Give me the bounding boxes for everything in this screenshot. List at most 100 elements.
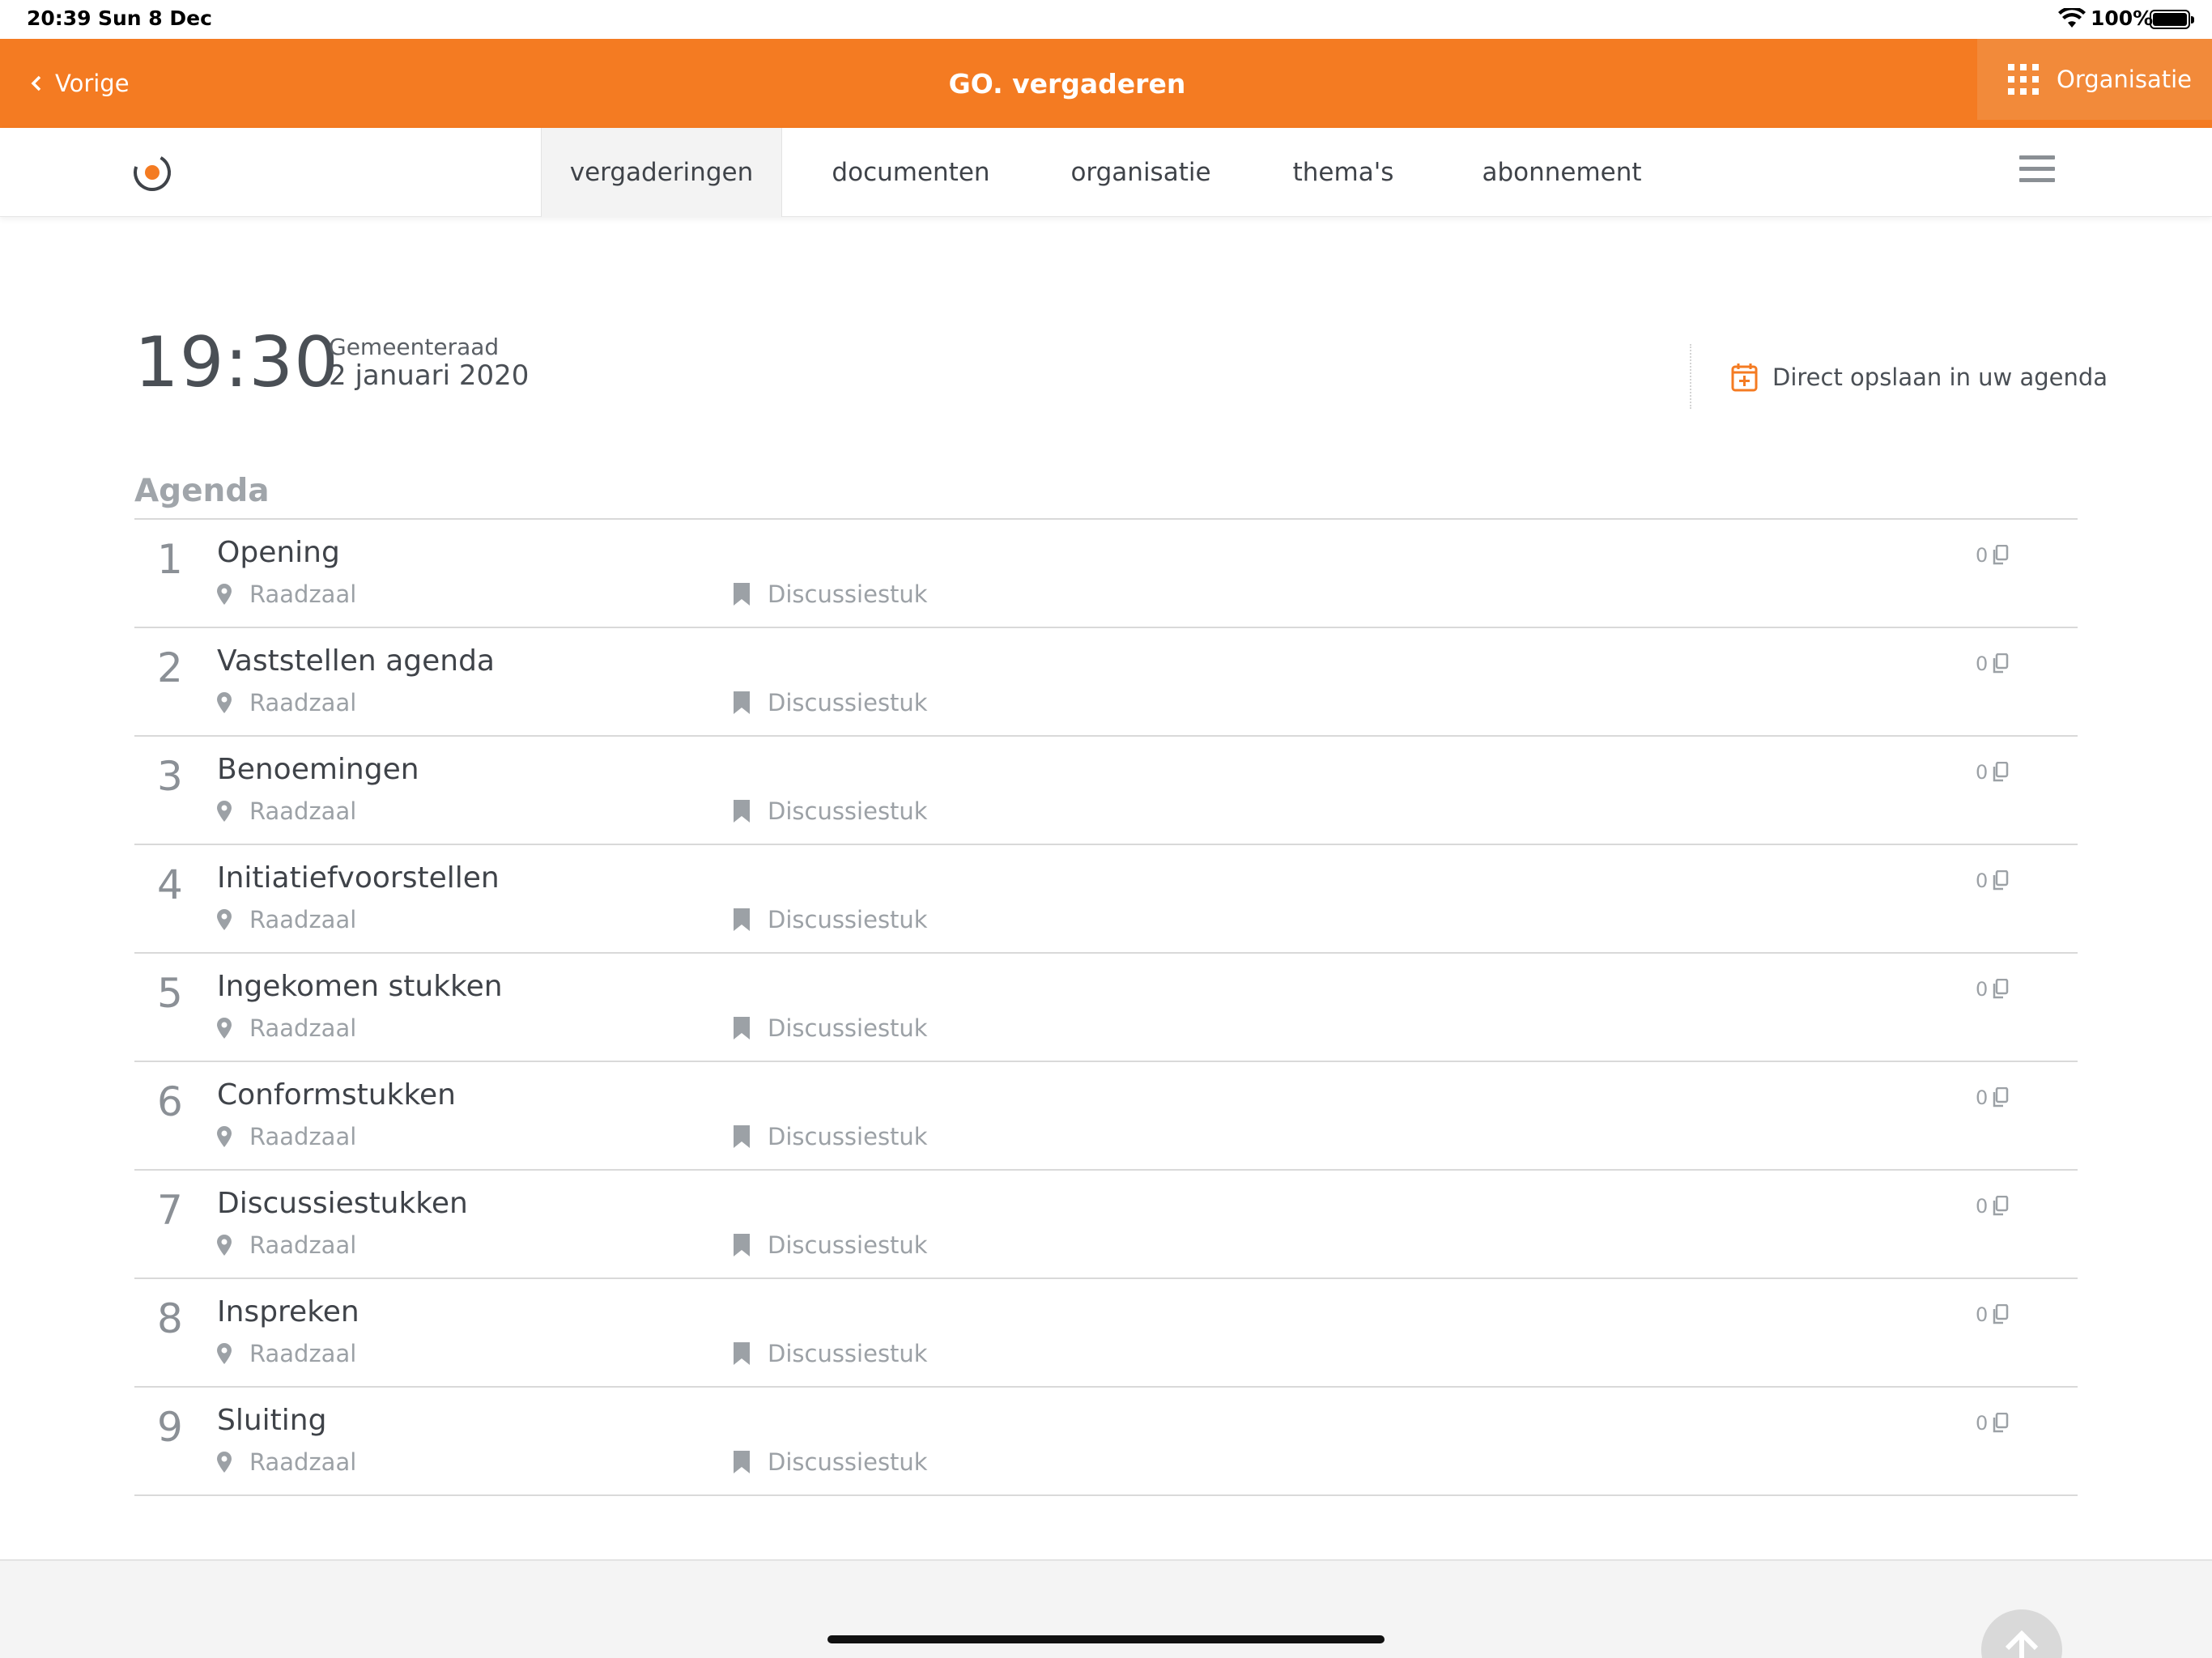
status-bar: 20:39 Sun 8 Dec 100% [0, 0, 2212, 39]
map-pin-icon [217, 1452, 232, 1473]
bookmark-icon [734, 691, 750, 714]
map-pin-icon [217, 1235, 232, 1256]
logo-icon[interactable] [132, 152, 172, 193]
agenda-item-location: Raadzaal [217, 689, 356, 716]
map-pin-icon [217, 1343, 232, 1364]
documents-count: 0 [1976, 869, 1989, 892]
agenda-item-number: 1 [157, 536, 183, 583]
documents-count: 0 [1976, 1412, 1989, 1435]
save-to-calendar-label: Direct opslaan in uw agenda [1772, 363, 2108, 391]
calendar-plus-icon [1731, 363, 1758, 392]
map-pin-icon [217, 584, 232, 605]
save-to-calendar-button[interactable]: Direct opslaan in uw agenda [1731, 363, 2108, 392]
agenda-item-location: Raadzaal [217, 1014, 356, 1042]
agenda-item-type: Discussiestuk [734, 1448, 928, 1476]
tab-documenten[interactable]: documenten [782, 128, 1040, 217]
documents-count: 0 [1976, 544, 1989, 567]
agenda-item[interactable]: 8 Inspreken Raadzaal Discussiestuk 0 [134, 1279, 2078, 1388]
agenda-item-number: 3 [157, 753, 183, 800]
agenda-item-title[interactable]: Inspreken [217, 1295, 359, 1329]
agenda-item-documents[interactable]: 0 [1976, 1195, 2009, 1218]
map-pin-icon [217, 1018, 232, 1039]
type-label: Discussiestuk [768, 797, 928, 825]
agenda-item-documents[interactable]: 0 [1976, 1086, 2009, 1109]
type-label: Discussiestuk [768, 1014, 928, 1042]
copy-icon [1993, 653, 2009, 674]
type-label: Discussiestuk [768, 580, 928, 608]
tab-themas[interactable]: thema's [1242, 128, 1444, 217]
type-label: Discussiestuk [768, 689, 928, 716]
copy-icon [1993, 1196, 2009, 1216]
agenda-item[interactable]: 7 Discussiestukken Raadzaal Discussiestu… [134, 1171, 2078, 1279]
agenda-item[interactable]: 4 Initiatiefvoorstellen Raadzaal Discuss… [134, 845, 2078, 954]
copy-icon [1993, 545, 2009, 565]
agenda-item[interactable]: 5 Ingekomen stukken Raadzaal Discussiest… [134, 954, 2078, 1062]
agenda-item[interactable]: 1 Opening Raadzaal Discussiestuk 0 [134, 520, 2078, 628]
battery-icon [2150, 10, 2194, 29]
grid-icon [2008, 64, 2039, 95]
agenda-item-number: 4 [157, 861, 183, 908]
agenda-item-number: 9 [157, 1404, 183, 1451]
agenda-item[interactable]: 6 Conformstukken Raadzaal Discussiestuk … [134, 1062, 2078, 1171]
agenda-list: 1 Opening Raadzaal Discussiestuk 0 2 Vas… [134, 520, 2078, 1496]
copy-icon [1993, 1413, 2009, 1433]
bookmark-icon [734, 1451, 750, 1473]
map-pin-icon [217, 909, 232, 930]
agenda-item-type: Discussiestuk [734, 1123, 928, 1150]
tab-vergaderingen[interactable]: vergaderingen [541, 128, 782, 217]
bookmark-icon [734, 583, 750, 606]
bookmark-icon [734, 1342, 750, 1365]
tab-organisatie[interactable]: organisatie [1040, 128, 1242, 217]
agenda-item-documents[interactable]: 0 [1976, 869, 2009, 892]
agenda-item-documents[interactable]: 0 [1976, 761, 2009, 784]
location-label: Raadzaal [249, 1231, 357, 1259]
map-pin-icon [217, 801, 232, 822]
location-label: Raadzaal [249, 797, 357, 825]
agenda-item-title[interactable]: Discussiestukken [217, 1187, 468, 1220]
agenda-item-title[interactable]: Sluiting [217, 1404, 326, 1437]
organisation-label: Organisatie [2057, 66, 2193, 93]
agenda-item-type: Discussiestuk [734, 1014, 928, 1042]
agenda-item-title[interactable]: Opening [217, 536, 340, 569]
bookmark-icon [734, 908, 750, 931]
agenda-item-title[interactable]: Ingekomen stukken [217, 970, 503, 1003]
agenda-item-location: Raadzaal [217, 797, 356, 825]
bookmark-icon [734, 1017, 750, 1039]
agenda-item-documents[interactable]: 0 [1976, 1412, 2009, 1435]
agenda-item-type: Discussiestuk [734, 1231, 928, 1259]
agenda-item-title[interactable]: Benoemingen [217, 753, 419, 786]
organisation-button[interactable]: Organisatie [1977, 39, 2212, 120]
location-label: Raadzaal [249, 1340, 357, 1367]
agenda-item-location: Raadzaal [217, 1123, 356, 1150]
documents-count: 0 [1976, 978, 1989, 1001]
hamburger-icon[interactable] [2019, 155, 2055, 188]
tab-abonnement[interactable]: abonnement [1444, 128, 1679, 217]
agenda-item-location: Raadzaal [217, 580, 356, 608]
agenda-item-title[interactable]: Vaststellen agenda [217, 644, 495, 678]
agenda-item-documents[interactable]: 0 [1976, 653, 2009, 675]
vertical-divider [1690, 344, 1691, 409]
location-label: Raadzaal [249, 1123, 357, 1150]
agenda-item-location: Raadzaal [217, 906, 356, 933]
home-indicator[interactable] [827, 1635, 1385, 1643]
agenda-item[interactable]: 9 Sluiting Raadzaal Discussiestuk 0 [134, 1388, 2078, 1496]
copy-icon [1993, 1304, 2009, 1324]
battery-fill [2153, 13, 2187, 26]
agenda-item-title[interactable]: Initiatiefvoorstellen [217, 861, 500, 895]
agenda-item-documents[interactable]: 0 [1976, 544, 2009, 567]
location-label: Raadzaal [249, 906, 357, 933]
agenda-item-number: 8 [157, 1295, 183, 1342]
agenda-item-number: 2 [157, 644, 183, 691]
agenda-item-number: 6 [157, 1078, 183, 1125]
agenda-item[interactable]: 2 Vaststellen agenda Raadzaal Discussies… [134, 628, 2078, 737]
status-time: 20:39 [27, 6, 91, 30]
type-label: Discussiestuk [768, 906, 928, 933]
location-label: Raadzaal [249, 1448, 357, 1476]
nav-tabs: vergaderingen documenten organisatie the… [541, 128, 1679, 217]
agenda-item[interactable]: 3 Benoemingen Raadzaal Discussiestuk 0 [134, 737, 2078, 845]
agenda-item-title[interactable]: Conformstukken [217, 1078, 456, 1112]
agenda-item-documents[interactable]: 0 [1976, 978, 2009, 1001]
location-label: Raadzaal [249, 689, 357, 716]
agenda-item-documents[interactable]: 0 [1976, 1303, 2009, 1326]
agenda-item-type: Discussiestuk [734, 689, 928, 716]
